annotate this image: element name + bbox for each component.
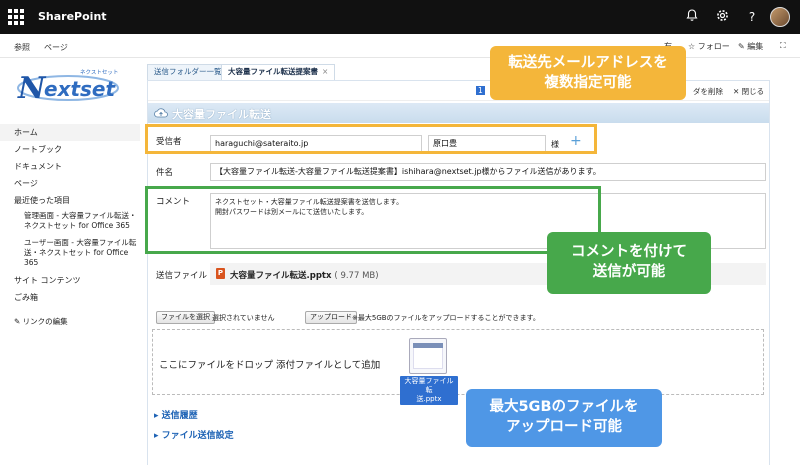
callout-blue-line-1: 最大5GBのファイルを [489, 399, 639, 415]
nav-item-site-contents[interactable]: サイト コンテンツ [0, 272, 140, 289]
nav-recent-user[interactable]: ユーザー画面 - 大容量ファイル転送・ネクストセット for Office 36… [0, 236, 140, 270]
nav-item-home[interactable]: ホーム [0, 124, 140, 141]
callout-comment: コメントを付けて 送信が可能 [547, 232, 711, 294]
no-file-selected: 選択されていません [212, 314, 275, 322]
file-name-text: 大容量ファイル転送.pptx [230, 271, 332, 281]
upload-button[interactable]: アップロード [305, 311, 357, 324]
svg-text:ネクストセット: ネクストセット [80, 69, 118, 76]
close-label: 閉じる [741, 87, 765, 96]
nav-item-recycle-bin[interactable]: ごみ箱 [0, 289, 140, 306]
left-nav: ホーム ノートブック ドキュメント ページ 最近使った項目 管理画面 - 大容量… [0, 124, 140, 327]
app-title[interactable]: SharePoint [38, 10, 107, 23]
file-send-settings-link[interactable]: ▸ ファイル送信設定 [154, 428, 234, 441]
nav-item-pages[interactable]: ページ [0, 175, 140, 192]
callout-blue-line-2: アップロード可能 [506, 419, 622, 435]
nextset-logo: N extset ネクストセット [14, 64, 126, 108]
ribbon-tab-browse[interactable]: 参照 [14, 42, 30, 53]
drop-zone[interactable]: ここにファイルをドロップ 添付ファイルとして追加 大容量ファイル転 送.pptx [152, 329, 764, 405]
thumbnail-caption-line-1: 大容量ファイル転 [404, 377, 454, 394]
ribbon-tab-page[interactable]: ページ [44, 42, 68, 53]
thumbnail-caption: 大容量ファイル転 送.pptx [400, 376, 458, 405]
nav-item-documents[interactable]: ドキュメント [0, 158, 140, 175]
tab-send-folder-list[interactable]: 送信フォルダー一覧 [147, 64, 229, 80]
file-thumbnail[interactable] [409, 338, 447, 374]
gear-icon[interactable] [714, 9, 730, 25]
form-area: 受信者 haraguchi@sateraito.jp 原口豊 様 + 件名 【大… [148, 123, 769, 465]
help-icon[interactable]: ? [744, 9, 760, 25]
callout-green-line-1: コメントを付けて [571, 244, 687, 260]
tab-proposal[interactable]: 大容量ファイル転送提案書 × [221, 64, 336, 80]
subject-input[interactable]: 【大容量ファイル転送-大容量ファイル転送提案書】ishihara@nextset… [210, 163, 766, 181]
comment-highlight [145, 186, 601, 254]
tab-proposal-label: 大容量ファイル転送提案書 [228, 67, 318, 76]
follow-label: フォロー [697, 42, 730, 51]
delete-button[interactable]: ダを削除 [693, 86, 723, 97]
tab-close-icon[interactable]: × [322, 67, 328, 76]
edit-links[interactable]: ✎ リンクの編集 [0, 306, 140, 327]
thumbnail-caption-line-2: 送.pptx [416, 395, 442, 403]
nav-recent-admin[interactable]: 管理画面 - 大容量ファイル転送・ネクストセット for Office 365 [0, 209, 140, 233]
suite-bar: SharePoint ? [0, 0, 800, 34]
callout-orange-line-1: 転送先メールアドレスを [508, 55, 668, 71]
file-name[interactable]: 大容量ファイル転送.pptx ( 9.77 MB) [230, 269, 379, 281]
close-button[interactable]: ✕ 閉じる [733, 86, 764, 97]
thumbnail-header-bar [413, 343, 443, 348]
upload-note: ※最大5GBのファイルをアップロードすることができます。 [352, 314, 540, 322]
callout-5gb-upload: 最大5GBのファイルを アップロード可能 [466, 389, 662, 447]
drop-zone-text: ここにファイルをドロップ 添付ファイルとして追加 [159, 360, 381, 371]
choose-file-button[interactable]: ファイルを選択 [156, 311, 215, 324]
avatar[interactable] [770, 7, 790, 27]
subject-label: 件名 [156, 168, 174, 178]
send-history-link[interactable]: ▸ 送信履歴 [154, 408, 198, 421]
svg-text:N: N [17, 71, 47, 106]
toolbar-badge: 1 [476, 86, 485, 95]
cloud-upload-icon [154, 108, 168, 118]
file-label: 送信ファイル [156, 271, 208, 281]
callout-green-line-2: 送信が可能 [592, 264, 666, 280]
focus-icon[interactable]: ⛶ [780, 41, 786, 51]
svg-text:extset: extset [44, 77, 116, 101]
callout-orange-line-2: 複数指定可能 [544, 75, 632, 91]
recipient-highlight [145, 124, 597, 154]
file-size: ( 9.77 MB) [334, 271, 379, 281]
edit-links-label: リンクの編集 [22, 317, 68, 326]
nav-item-recent[interactable]: 最近使った項目 [0, 192, 140, 209]
edit-button[interactable]: ✎ 編集 [738, 41, 763, 52]
waffle-icon[interactable] [8, 9, 24, 25]
form-header: 大容量ファイル転送 [148, 103, 769, 123]
powerpoint-icon: P [216, 268, 225, 279]
follow-button[interactable]: ☆ フォロー [688, 41, 730, 52]
callout-multiple-recipients: 転送先メールアドレスを 複数指定可能 [490, 46, 686, 100]
bell-icon[interactable] [684, 9, 700, 25]
edit-label: 編集 [747, 42, 764, 51]
nav-item-notebook[interactable]: ノートブック [0, 141, 140, 158]
form-title: 大容量ファイル転送 [172, 108, 271, 121]
